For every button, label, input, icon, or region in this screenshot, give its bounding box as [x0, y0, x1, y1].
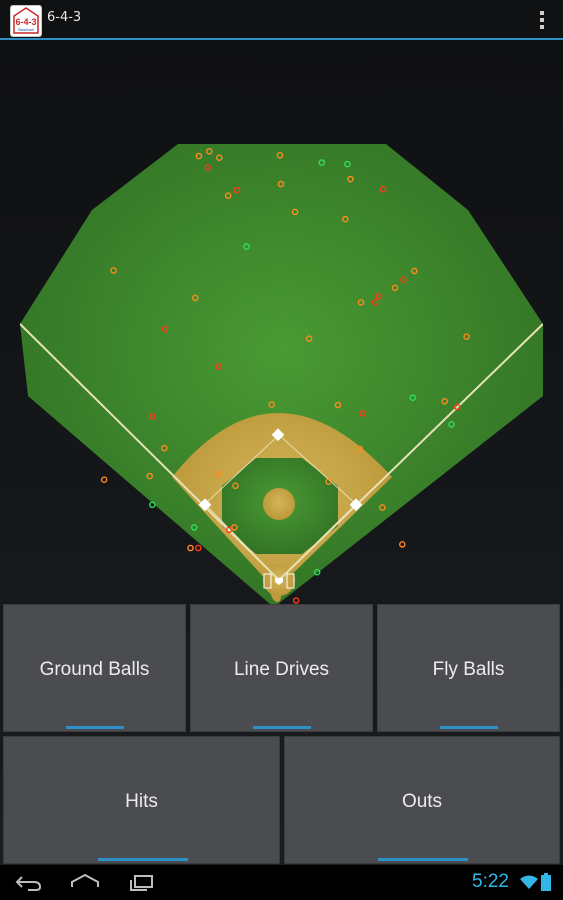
hit-marker: [100, 476, 108, 484]
wifi-icon: [520, 875, 538, 889]
recent-apps-icon[interactable]: [126, 871, 156, 893]
svg-text:6-4-3: 6-4-3: [15, 17, 36, 27]
system-nav-bar: 5:22: [0, 865, 563, 900]
hit-marker: [148, 501, 156, 509]
outs-label: Outs: [401, 791, 443, 812]
pitchers-mound: [263, 488, 295, 520]
hit-marker: [187, 544, 194, 552]
ground-balls-label: Ground Balls: [39, 659, 150, 680]
hit-marker: [398, 541, 406, 548]
svg-text:Baseball: Baseball: [18, 27, 33, 32]
hit-marker: [194, 544, 202, 552]
line-drives-label: Line Drives: [233, 659, 330, 680]
outs-indicator: [378, 858, 468, 861]
battery-icon: [541, 873, 551, 891]
ground-balls-indicator: [66, 726, 124, 729]
hits-label: Hits: [125, 791, 158, 812]
fly-balls-indicator: [440, 726, 498, 729]
hits-button[interactable]: Hits: [3, 736, 280, 864]
line-drives-button[interactable]: Line Drives: [190, 604, 373, 732]
overflow-menu-icon[interactable]: [535, 9, 549, 31]
fly-balls-button[interactable]: Fly Balls: [377, 604, 560, 732]
app-logo-icon[interactable]: 6-4-3 Baseball: [10, 5, 42, 37]
baseball-field[interactable]: [20, 144, 543, 604]
back-icon[interactable]: [14, 871, 44, 893]
app-title: 6-4-3: [47, 10, 82, 25]
hits-indicator: [98, 858, 188, 861]
outs-button[interactable]: Outs: [284, 736, 560, 864]
ground-balls-button[interactable]: Ground Balls: [3, 604, 186, 732]
line-drives-indicator: [253, 726, 311, 729]
action-bar: 6-4-3 Baseball 6-4-3: [0, 0, 563, 40]
main-content: Ground Balls Line Drives Fly Balls Hits …: [0, 40, 563, 865]
status-clock: 5:22: [472, 871, 509, 892]
fly-balls-label: Fly Balls: [432, 659, 505, 680]
hit-marker: [292, 597, 300, 604]
home-icon[interactable]: [68, 871, 102, 893]
